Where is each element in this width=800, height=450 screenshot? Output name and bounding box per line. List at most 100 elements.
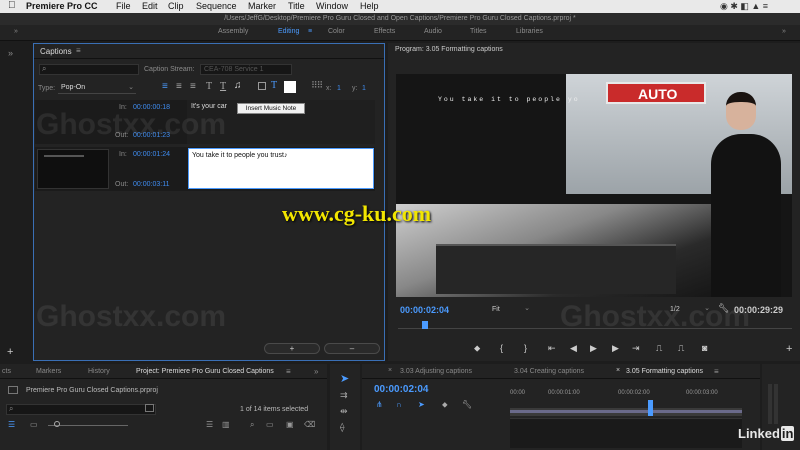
selection-tool-icon[interactable]: ➤ — [340, 372, 349, 385]
workspace-assembly[interactable]: Assembly — [218, 28, 248, 35]
expand-icon[interactable]: » — [8, 48, 13, 58]
align-left-icon[interactable]: ≡ — [162, 81, 168, 92]
workspace-titles[interactable]: Titles — [470, 28, 486, 35]
menu-marker[interactable]: Marker — [248, 1, 276, 11]
workspace-effects[interactable]: Effects — [374, 28, 395, 35]
tab-markers[interactable]: Markers — [36, 368, 61, 375]
text-color-icon[interactable]: T — [271, 80, 277, 91]
menu-sequence[interactable]: Sequence — [196, 1, 237, 11]
project-search-input[interactable]: ⌕ — [6, 404, 156, 415]
background-color-icon[interactable] — [258, 82, 266, 90]
timeline-playhead[interactable] — [648, 400, 653, 416]
automate-icon[interactable]: ▥ — [222, 420, 230, 429]
menu-help[interactable]: Help — [360, 1, 379, 11]
playhead-marker[interactable] — [422, 321, 428, 329]
tab-project[interactable]: Project: Premiere Pro Guru Closed Captio… — [136, 368, 274, 375]
tab-effects[interactable]: cts — [2, 368, 11, 375]
sort-icon[interactable]: ☰ — [206, 420, 213, 429]
underline-icon[interactable]: T — [220, 81, 226, 92]
zoom-slider-handle[interactable] — [54, 421, 60, 427]
panel-expand-icon[interactable]: » — [14, 28, 18, 35]
icon-view-icon[interactable]: ▭ — [30, 420, 38, 429]
go-to-in-icon[interactable]: ⇤ — [548, 343, 556, 354]
menu-edit[interactable]: Edit — [142, 1, 158, 11]
find-icon[interactable]: ⌕ — [250, 420, 254, 430]
bin-filter-icon[interactable] — [145, 404, 154, 412]
ruler-label: 00:00:03:00 — [686, 390, 718, 396]
video-track-area[interactable] — [510, 418, 742, 448]
timeline-ruler[interactable]: 00:00 00:00:01:00 00:00:02:00 00:00:03:0… — [510, 388, 742, 402]
panel-menu-icon[interactable]: ≡ — [76, 46, 81, 55]
panel-menu-icon[interactable]: ≡ — [286, 367, 291, 376]
list-view-icon[interactable]: ☰ — [8, 420, 15, 429]
ripple-edit-icon[interactable]: ⇹ — [340, 406, 348, 417]
align-center-icon[interactable]: ≡ — [176, 81, 182, 92]
caption-text-field-active[interactable]: You take it to people you trust♪ — [188, 148, 374, 189]
x-value[interactable]: 1 — [337, 85, 341, 92]
close-icon[interactable]: × — [616, 367, 620, 374]
add-caption-button[interactable]: + — [264, 343, 320, 354]
snap-icon[interactable]: ⋔ — [376, 400, 383, 409]
mark-in-icon[interactable]: { — [500, 343, 503, 353]
workspace-overflow-icon[interactable]: » — [782, 28, 786, 35]
trash-icon[interactable]: ⌫ — [304, 420, 315, 429]
audio-meter-bar — [768, 384, 772, 424]
settings-wrench-icon[interactable]: 🔧︎ — [462, 400, 472, 409]
program-video-frame[interactable]: AUTO You take it to people yo — [396, 74, 792, 297]
position-grid-icon[interactable]: ⠿⠿ — [311, 80, 323, 91]
add-icon[interactable]: + — [7, 346, 13, 358]
timeline-work-area[interactable] — [510, 408, 742, 416]
app-name-menu[interactable]: Premiere Pro CC — [26, 1, 98, 11]
remove-caption-button[interactable]: – — [324, 343, 380, 354]
workspace-audio[interactable]: Audio — [424, 28, 442, 35]
music-note-icon[interactable]: ♫ — [234, 80, 242, 91]
extract-icon[interactable]: ⎍ — [678, 343, 684, 354]
menu-window[interactable]: Window — [316, 1, 348, 11]
razor-tool-icon[interactable]: ⟠ — [340, 422, 344, 433]
workspace-menu-icon[interactable]: ≡ — [308, 28, 312, 35]
go-to-out-icon[interactable]: ⇥ — [632, 343, 640, 354]
step-back-icon[interactable]: ◀ — [570, 343, 577, 354]
workspace-color[interactable]: Color — [328, 28, 345, 35]
timeline-tab-formatting[interactable]: 3.05 Formatting captions — [626, 368, 703, 375]
caption-row[interactable]: In: 00:00:01:24 Out: 00:00:03:11 You tak… — [35, 147, 375, 191]
add-marker-icon[interactable]: ⬥ — [474, 343, 480, 354]
play-icon[interactable]: ▶ — [590, 343, 597, 354]
zoom-slider[interactable] — [48, 425, 128, 426]
caption-search-input[interactable]: ⌕ — [39, 64, 139, 75]
add-button-icon[interactable]: + — [786, 343, 792, 355]
align-right-icon[interactable]: ≡ — [190, 81, 196, 92]
in-timecode[interactable]: 00:00:01:24 — [133, 151, 170, 158]
panel-menu-icon[interactable]: ≡ — [714, 367, 719, 376]
timeline-tab-adjusting[interactable]: 3.03 Adjusting captions — [400, 368, 472, 375]
type-select[interactable]: Pop-On ⌄ — [58, 82, 136, 94]
close-icon[interactable]: × — [388, 367, 392, 374]
italic-icon[interactable]: T — [206, 81, 212, 92]
overflow-icon[interactable]: » — [314, 367, 318, 376]
menu-title[interactable]: Title — [288, 1, 305, 11]
tab-history[interactable]: History — [88, 368, 110, 375]
add-marker-icon[interactable]: ⬥ — [442, 400, 448, 410]
linked-selection-icon[interactable]: ∩ — [396, 400, 402, 409]
caption-stream-select[interactable]: CEA-708 Service 1 — [200, 64, 292, 75]
out-timecode[interactable]: 00:00:03:11 — [133, 181, 169, 188]
apple-icon[interactable]:  — [8, 0, 16, 11]
track-select-icon[interactable]: ⇉ — [340, 390, 348, 401]
menu-clip[interactable]: Clip — [168, 1, 184, 11]
new-item-icon[interactable]: ▣ — [286, 420, 294, 429]
y-value[interactable]: 1 — [362, 85, 366, 92]
new-bin-icon[interactable]: ▭ — [266, 420, 274, 429]
timeline-tab-creating[interactable]: 3.04 Creating captions — [514, 368, 584, 375]
fit-select[interactable]: Fit ⌄ — [492, 304, 532, 315]
workspace-libraries[interactable]: Libraries — [516, 28, 543, 35]
color-swatch[interactable] — [284, 81, 296, 93]
selection-icon[interactable]: ➤ — [418, 400, 425, 409]
timeline-timecode[interactable]: 00:00:02:04 — [374, 384, 428, 395]
lift-icon[interactable]: ⎍ — [656, 343, 662, 354]
step-forward-icon[interactable]: ▶ — [612, 343, 619, 354]
program-current-timecode[interactable]: 00:00:02:04 — [400, 305, 449, 315]
workspace-editing[interactable]: Editing — [278, 28, 299, 35]
mark-out-icon[interactable]: } — [524, 343, 527, 353]
menu-file[interactable]: File — [116, 1, 131, 11]
export-frame-icon[interactable]: ◙ — [702, 343, 707, 353]
